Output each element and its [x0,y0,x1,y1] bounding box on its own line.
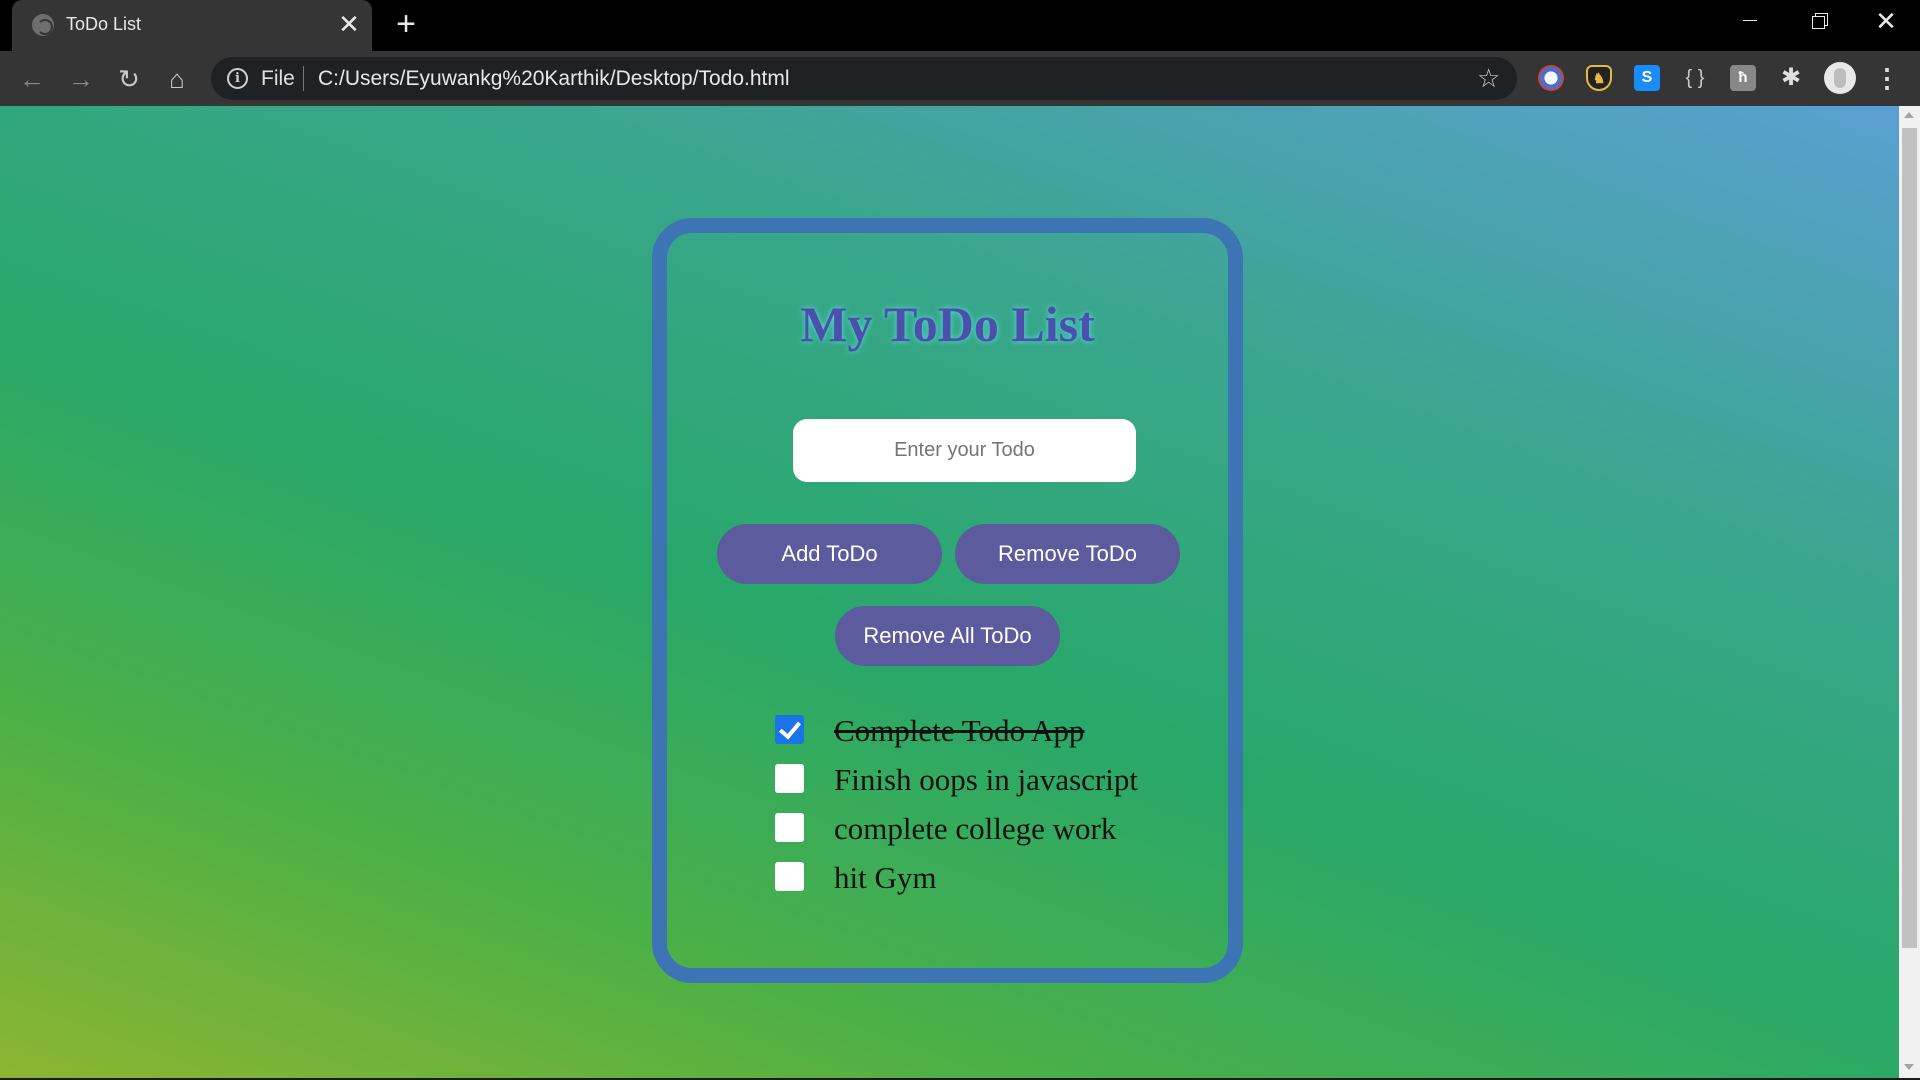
vertical-scrollbar[interactable] [1899,106,1920,1078]
url-text[interactable]: C:/Users/Eyuwankg%20Karthik/Desktop/Todo… [318,67,790,91]
browser-toolbar: ← → ↻ ⌂ i File C:/Users/Eyuwankg%20Karth… [0,51,1920,106]
forward-button[interactable]: → [62,60,100,98]
page-viewport: My ToDo List Add ToDo Remove ToDo Remove… [0,106,1899,1078]
reload-button[interactable]: ↻ [110,60,148,98]
todo-item: Finish oops in javascript [775,762,1175,804]
new-tab-button[interactable]: + [390,7,422,41]
todo-item: complete college work [775,811,1175,853]
extension-5-icon[interactable]: ħ [1730,65,1756,91]
minimize-button[interactable] [1716,0,1784,42]
browser-menu-icon[interactable]: ⋮ [1872,63,1902,93]
restore-button[interactable] [1784,0,1852,42]
todo-checkbox[interactable] [775,764,804,793]
add-todo-button[interactable]: Add ToDo [717,524,942,584]
extension-4-icon[interactable]: { } [1682,65,1708,91]
tab-title: ToDo List [66,14,142,34]
todo-text: hit Gym [834,860,937,895]
remove-todo-button[interactable]: Remove ToDo [955,524,1180,584]
page-title: My ToDo List [800,296,1095,352]
todo-item: Complete Todo App [775,713,1175,755]
scheme-label: File [261,67,295,90]
home-button[interactable]: ⌂ [158,60,196,98]
bookmark-star-icon[interactable]: ☆ [1477,64,1500,92]
window-close-button[interactable]: ✕ [1852,0,1920,42]
browser-tab[interactable]: ToDo List ✕ [12,0,372,51]
address-bar[interactable]: i File C:/Users/Eyuwankg%20Karthik/Deskt… [211,57,1517,100]
todo-card: My ToDo List Add ToDo Remove ToDo Remove… [652,218,1243,983]
tab-strip: ToDo List ✕ + ✕ [0,0,1920,51]
scroll-thumb[interactable] [1902,128,1917,948]
extension-1-icon[interactable] [1538,65,1564,91]
back-button[interactable]: ← [13,60,51,98]
extension-2-icon[interactable]: ♞ [1586,65,1612,91]
scroll-down-arrow-icon[interactable] [1904,1064,1914,1070]
remove-all-todo-button[interactable]: Remove All ToDo [835,606,1060,666]
scroll-up-arrow-icon[interactable] [1904,112,1914,118]
tab-close-icon[interactable]: ✕ [335,11,363,39]
todo-text: Complete Todo App [834,713,1085,748]
info-icon[interactable]: i [227,68,248,89]
globe-icon [32,14,54,36]
todo-text: Finish oops in javascript [834,762,1138,797]
address-divider [303,66,304,91]
todo-checkbox[interactable] [775,715,804,744]
todo-checkbox[interactable] [775,862,804,891]
todo-text: complete college work [834,811,1117,846]
extensions-puzzle-icon[interactable]: ✱ [1778,65,1804,91]
todo-checkbox[interactable] [775,813,804,842]
profile-avatar[interactable] [1824,62,1856,94]
extension-3-icon[interactable]: S [1634,65,1660,91]
todo-input[interactable] [793,419,1136,482]
todo-item: hit Gym [775,860,1175,902]
